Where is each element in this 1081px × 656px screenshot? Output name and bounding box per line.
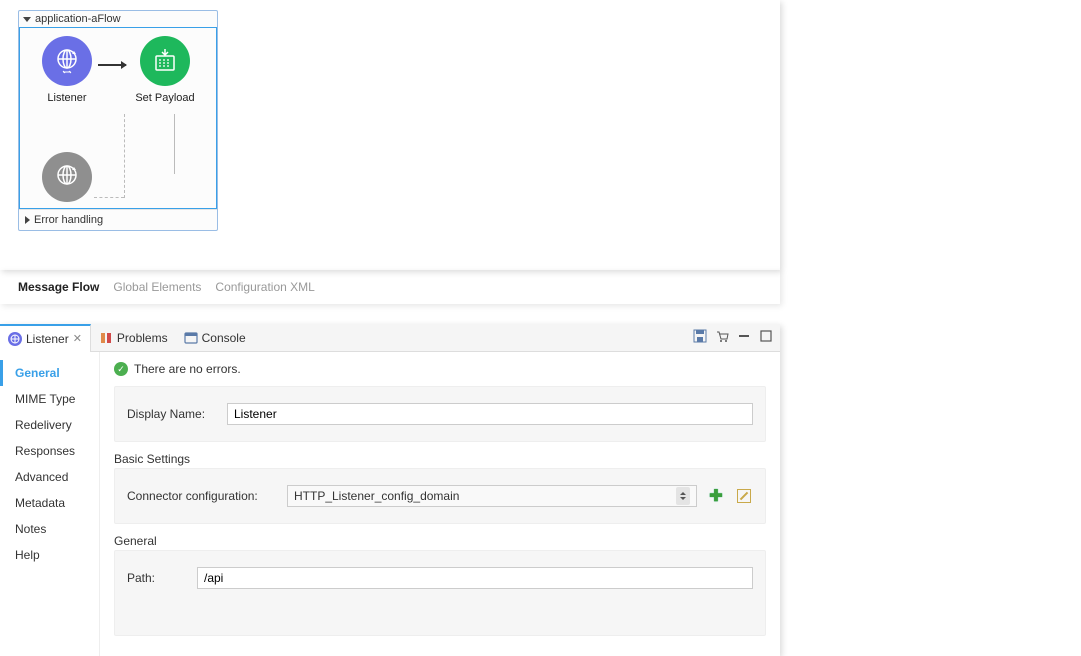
panel-tab-problems-label: Problems	[117, 331, 168, 345]
flow-canvas[interactable]: application-aFlow	[0, 0, 780, 270]
side-tab-redelivery[interactable]: Redelivery	[0, 412, 99, 438]
side-tab-responses[interactable]: Responses	[0, 438, 99, 464]
display-name-label: Display Name:	[127, 407, 217, 421]
edit-icon	[737, 489, 751, 503]
connector-config-select[interactable]: HTTP_Listener_config_domain	[287, 485, 697, 507]
general-title: General	[114, 534, 766, 548]
connection-line-v	[174, 114, 175, 174]
problems-icon	[99, 331, 113, 345]
status-text: There are no errors.	[134, 362, 241, 376]
path-label: Path:	[127, 571, 187, 585]
panel-tabs: Listener ✕ Problems Console	[0, 324, 780, 352]
config-body: ✓ There are no errors. Display Name: Bas…	[100, 352, 780, 656]
setpayload-icon	[140, 36, 190, 86]
side-tab-general[interactable]: General	[0, 360, 99, 386]
listener-small-icon	[8, 332, 22, 346]
save-icon[interactable]	[692, 328, 708, 344]
connection-arrow	[98, 64, 126, 66]
expand-icon[interactable]	[25, 216, 30, 224]
plus-icon: ✚	[709, 486, 722, 506]
tab-message-flow[interactable]: Message Flow	[18, 280, 99, 294]
listener-icon	[42, 36, 92, 86]
ok-icon: ✓	[114, 362, 128, 376]
status-row: ✓ There are no errors.	[114, 362, 766, 376]
panel-tab-problems[interactable]: Problems	[91, 324, 176, 352]
listener-gray-icon	[42, 152, 92, 202]
connector-config-label: Connector configuration:	[127, 489, 277, 503]
panel-tab-console[interactable]: Console	[176, 324, 254, 352]
side-tab-advanced[interactable]: Advanced	[0, 464, 99, 490]
editor-tabs: Message Flow Global Elements Configurati…	[0, 270, 780, 304]
display-name-input[interactable]	[227, 403, 753, 425]
listener-label: Listener	[47, 92, 86, 104]
properties-panel: Listener ✕ Problems Console General MIME…	[0, 324, 780, 656]
flow-container[interactable]: application-aFlow	[18, 10, 218, 231]
panel-tab-console-label: Console	[202, 331, 246, 345]
flow-title-bar[interactable]: application-aFlow	[19, 11, 217, 27]
console-icon	[184, 331, 198, 345]
cart-icon[interactable]	[714, 328, 730, 344]
panel-tab-listener-label: Listener	[26, 332, 69, 346]
tab-global-elements[interactable]: Global Elements	[113, 280, 201, 294]
error-handling-label: Error handling	[34, 214, 103, 226]
basic-settings-title: Basic Settings	[114, 452, 766, 466]
side-tab-help[interactable]: Help	[0, 542, 99, 568]
panel-tab-listener[interactable]: Listener ✕	[0, 324, 91, 352]
listener-node[interactable]: Listener	[32, 36, 102, 104]
path-input[interactable]	[197, 567, 753, 589]
tab-config-xml[interactable]: Configuration XML	[215, 280, 314, 294]
side-tab-mime[interactable]: MIME Type	[0, 386, 99, 412]
panel-toolbar	[692, 328, 774, 344]
collapse-icon[interactable]	[23, 17, 31, 22]
flow-title-text: application-aFlow	[35, 13, 121, 25]
close-icon[interactable]: ✕	[73, 332, 82, 345]
connector-config-value: HTTP_Listener_config_domain	[294, 489, 459, 503]
side-tab-metadata[interactable]: Metadata	[0, 490, 99, 516]
side-tab-notes[interactable]: Notes	[0, 516, 99, 542]
select-arrows-icon	[676, 487, 690, 505]
setpayload-label: Set Payload	[135, 92, 194, 104]
minimize-icon[interactable]	[736, 328, 752, 344]
setpayload-node[interactable]: Set Payload	[130, 36, 200, 104]
edit-config-button[interactable]	[735, 487, 753, 505]
error-handling-section[interactable]: Error handling	[19, 209, 217, 230]
side-tabs: General MIME Type Redelivery Responses A…	[0, 352, 100, 656]
error-listener-node[interactable]	[32, 152, 102, 202]
maximize-icon[interactable]	[758, 328, 774, 344]
dashed-connector	[124, 114, 125, 198]
add-config-button[interactable]: ✚	[707, 487, 725, 505]
